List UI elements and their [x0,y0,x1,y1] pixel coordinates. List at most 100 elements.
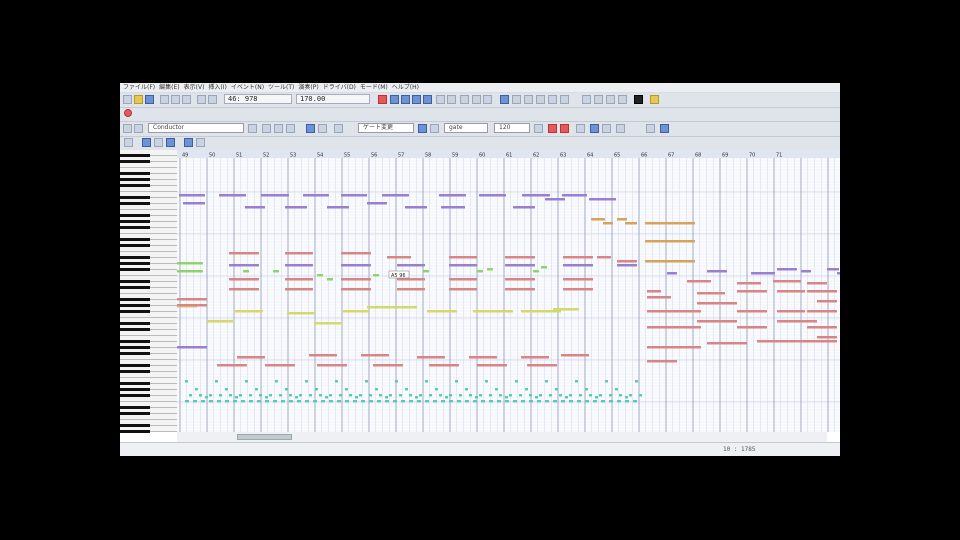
midi-note[interactable] [335,380,338,383]
midi-note[interactable] [509,394,512,397]
midi-note[interactable] [499,394,502,397]
midi-note[interactable] [382,194,409,197]
pin-icon[interactable] [124,109,132,117]
black-key[interactable] [120,184,150,187]
midi-note[interactable] [609,394,612,397]
midi-note[interactable] [647,296,671,299]
midi-note[interactable] [529,394,532,397]
redo-button[interactable] [208,95,217,104]
velocity-lane-button[interactable] [154,138,163,147]
mode-combo[interactable]: ゲート変更 [358,123,414,133]
save-button[interactable] [145,95,154,104]
midi-note[interactable] [185,400,189,403]
midi-note[interactable] [345,400,349,403]
midi-note[interactable] [647,326,701,329]
view-button[interactable] [590,124,599,133]
midi-note[interactable] [207,320,233,323]
midi-note[interactable] [321,400,325,403]
menu-insert[interactable]: 挿入(I) [208,83,226,92]
rewind-button[interactable] [390,95,399,104]
midi-note[interactable] [647,360,677,363]
menu-play[interactable]: 演奏(P) [298,83,318,92]
midi-note[interactable] [193,400,197,403]
midi-note[interactable] [827,268,839,271]
midi-note[interactable] [561,400,565,403]
midi-note[interactable] [465,388,468,391]
select-tool-button[interactable] [306,124,315,133]
track-combo[interactable]: Conductor [148,123,244,133]
midi-note[interactable] [217,400,221,403]
midi-note[interactable] [289,394,292,397]
midi-note[interactable] [369,400,373,403]
midi-note[interactable] [285,288,313,291]
menu-driver[interactable]: ドライバ(D) [323,83,356,92]
midi-note[interactable] [417,356,445,359]
midi-note[interactable] [299,394,302,397]
midi-note[interactable] [459,394,462,397]
black-key[interactable] [120,286,150,289]
loop-button[interactable] [460,95,469,104]
midi-note[interactable] [777,320,817,323]
midi-note[interactable] [269,394,272,397]
midi-note[interactable] [419,394,422,397]
midi-note[interactable] [489,400,493,403]
midi-note[interactable] [305,380,308,383]
midi-note[interactable] [177,298,207,301]
black-key[interactable] [120,328,150,331]
midi-note[interactable] [309,354,337,357]
black-key[interactable] [120,412,150,415]
midi-note[interactable] [401,400,405,403]
midi-note[interactable] [229,278,259,281]
length-combo[interactable]: 120 [494,123,530,133]
black-key[interactable] [120,352,150,355]
mixer-window-button[interactable] [634,95,643,104]
score-window-button[interactable] [618,95,627,104]
menu-mode[interactable]: モード(M) [360,83,388,92]
midi-note[interactable] [477,364,507,367]
midi-note[interactable] [777,268,797,271]
midi-note[interactable] [577,400,581,403]
midi-note[interactable] [243,270,249,273]
midi-note[interactable] [449,400,453,403]
midi-note[interactable] [555,388,558,391]
midi-note[interactable] [265,396,268,399]
midi-note[interactable] [479,194,506,197]
midi-note[interactable] [439,194,466,197]
midi-note[interactable] [325,396,328,399]
horizontal-scrollbar[interactable] [177,432,827,442]
midi-note[interactable] [449,256,477,259]
midi-note[interactable] [289,400,293,403]
midi-note[interactable] [545,400,549,403]
midi-note[interactable] [635,380,638,383]
punch-in-button[interactable] [524,95,533,104]
black-key[interactable] [120,196,150,199]
midi-note[interactable] [615,388,618,391]
midi-note[interactable] [183,202,205,205]
search-icon[interactable] [548,124,557,133]
midi-note[interactable] [177,262,203,265]
midi-note[interactable] [751,272,775,275]
midi-note[interactable] [309,394,312,397]
midi-note[interactable] [427,310,457,313]
paste-button[interactable] [182,95,191,104]
black-key[interactable] [120,430,150,433]
midi-note[interactable] [345,388,348,391]
midi-note[interactable] [199,394,202,397]
midi-note[interactable] [529,400,533,403]
midi-note[interactable] [797,340,837,343]
black-key[interactable] [120,202,150,205]
midi-note[interactable] [697,292,725,295]
new-file-button[interactable] [123,95,132,104]
midi-note[interactable] [343,310,369,313]
scroll-thumb[interactable] [237,434,292,440]
midi-note[interactable] [327,278,333,281]
black-key[interactable] [120,238,150,241]
black-key[interactable] [120,214,150,217]
midi-note[interactable] [329,400,333,403]
midi-note[interactable] [313,400,317,403]
midi-note[interactable] [433,400,437,403]
midi-note[interactable] [737,290,767,293]
midi-note[interactable] [397,288,425,291]
copy-button[interactable] [171,95,180,104]
midi-note[interactable] [619,394,622,397]
